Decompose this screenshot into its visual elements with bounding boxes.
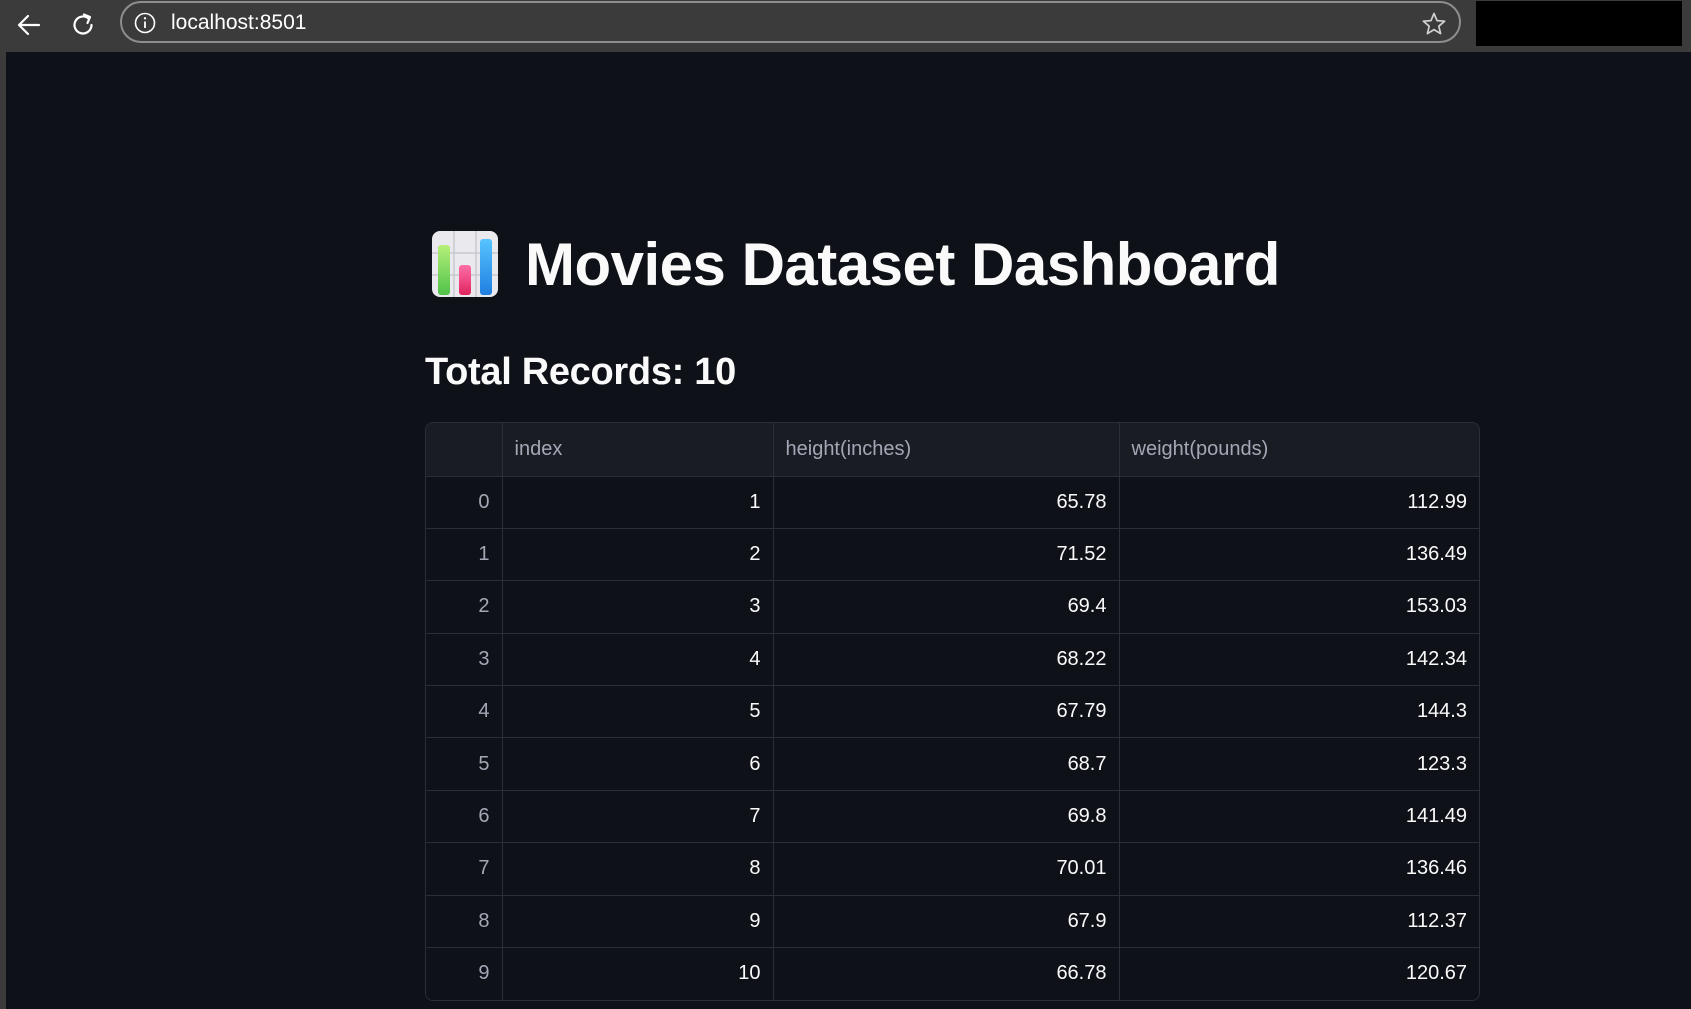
table-row[interactable]: 0 1 65.78 112.99 [426, 476, 1479, 529]
height-cell[interactable]: 68.7 [773, 737, 1120, 791]
data-table[interactable]: index height(inches) weight(pounds) 0 1 65… [425, 422, 1480, 1001]
index-cell[interactable]: 5 [502, 685, 774, 739]
table-row[interactable]: 6 7 69.8 141.49 [426, 790, 1479, 844]
row-index-cell[interactable]: 8 [426, 895, 503, 949]
table-row[interactable]: 1 2 71.52 136.49 [426, 528, 1479, 582]
address-bar[interactable]: localhost:8501 [120, 1, 1461, 43]
row-index-cell[interactable]: 2 [426, 580, 503, 634]
height-cell[interactable]: 68.22 [773, 633, 1120, 687]
index-cell[interactable]: 10 [502, 947, 774, 1000]
weight-cell[interactable]: 144.3 [1119, 685, 1479, 739]
table-row[interactable]: 5 6 68.7 123.3 [426, 737, 1479, 791]
weight-cell[interactable]: 153.03 [1119, 580, 1479, 634]
reload-button[interactable] [64, 6, 102, 44]
weight-cell[interactable]: 123.3 [1119, 737, 1479, 791]
column-header-weight[interactable]: weight(pounds) [1119, 423, 1479, 477]
index-cell[interactable]: 2 [502, 528, 774, 582]
row-index-cell[interactable]: 4 [426, 685, 503, 739]
row-index-cell[interactable]: 6 [426, 790, 503, 844]
column-header-index[interactable]: index [502, 423, 774, 477]
weight-cell[interactable]: 136.46 [1119, 842, 1479, 896]
row-index-cell[interactable]: 7 [426, 842, 503, 896]
column-header-height[interactable]: height(inches) [773, 423, 1120, 477]
height-cell[interactable]: 69.4 [773, 580, 1120, 634]
index-cell[interactable]: 9 [502, 895, 774, 949]
table-header-row: index height(inches) weight(pounds) [426, 423, 1479, 477]
height-cell[interactable]: 71.52 [773, 528, 1120, 582]
table-row[interactable]: 7 8 70.01 136.46 [426, 842, 1479, 896]
weight-cell[interactable]: 142.34 [1119, 633, 1479, 687]
total-records-heading: Total Records: 10 [425, 351, 736, 393]
browser-toolbar: localhost:8501 [0, 0, 1691, 52]
index-cell[interactable]: 1 [502, 476, 774, 529]
index-cell[interactable]: 3 [502, 580, 774, 634]
weight-cell[interactable]: 141.49 [1119, 790, 1479, 844]
page-title-text: Movies Dataset Dashboard [525, 230, 1280, 298]
height-cell[interactable]: 66.78 [773, 947, 1120, 1000]
table-row[interactable]: 8 9 67.9 112.37 [426, 895, 1479, 949]
table-row[interactable]: 2 3 69.4 153.03 [426, 580, 1479, 634]
weight-cell[interactable]: 136.49 [1119, 528, 1479, 582]
table-row[interactable]: 3 4 68.22 142.34 [426, 633, 1479, 687]
height-cell[interactable]: 67.9 [773, 895, 1120, 949]
info-icon[interactable] [134, 12, 156, 34]
url-text[interactable]: localhost:8501 [171, 11, 306, 35]
reload-icon [73, 13, 93, 35]
arrow-left-icon [17, 14, 41, 36]
height-cell[interactable]: 69.8 [773, 790, 1120, 844]
index-cell[interactable]: 6 [502, 737, 774, 791]
row-index-cell[interactable]: 1 [426, 528, 503, 582]
bookmark-star-icon[interactable] [1421, 11, 1447, 37]
table-row[interactable]: 9 10 66.78 120.67 [426, 947, 1479, 1000]
index-cell[interactable]: 4 [502, 633, 774, 687]
redacted-profile-area [1476, 1, 1682, 46]
table-row[interactable]: 4 5 67.79 144.3 [426, 685, 1479, 739]
row-index-cell[interactable]: 9 [426, 947, 503, 1000]
column-header-row-index[interactable] [426, 423, 503, 477]
row-index-cell[interactable]: 0 [426, 476, 503, 529]
row-index-cell[interactable]: 3 [426, 633, 503, 687]
weight-cell[interactable]: 112.99 [1119, 476, 1479, 529]
page-title: Movies Dataset Dashboard [430, 224, 1280, 304]
height-cell[interactable]: 70.01 [773, 842, 1120, 896]
weight-cell[interactable]: 120.67 [1119, 948, 1479, 1000]
back-button[interactable] [10, 6, 48, 44]
index-cell[interactable]: 8 [502, 842, 774, 896]
row-index-cell[interactable]: 5 [426, 737, 503, 791]
index-cell[interactable]: 7 [502, 790, 774, 844]
weight-cell[interactable]: 112.37 [1119, 895, 1479, 949]
bar-chart-icon [432, 231, 498, 297]
height-cell[interactable]: 67.79 [773, 685, 1120, 739]
height-cell[interactable]: 65.78 [773, 476, 1120, 529]
